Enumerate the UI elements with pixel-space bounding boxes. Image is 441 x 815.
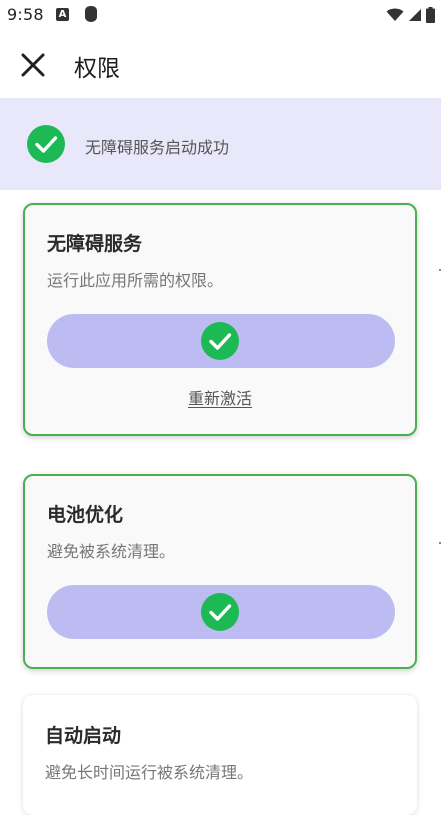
banner-message: 无障碍服务启动成功 (85, 138, 230, 157)
check-circle-icon (201, 593, 239, 631)
close-icon[interactable] (16, 48, 50, 82)
success-banner: 无障碍服务启动成功 (0, 98, 441, 190)
page-title: 权限 (74, 56, 120, 82)
auto-start-card: 自动启动 避免长时间运行被系统清理。 (23, 695, 417, 815)
card-title: 无障碍服务 (47, 233, 143, 255)
battery-icon (426, 7, 435, 23)
signal-icon (409, 9, 421, 21)
card-description: 运行此应用所需的权限。 (47, 271, 224, 290)
status-right-icons (386, 6, 435, 24)
card-title: 电池优化 (47, 504, 124, 526)
reactivate-row: 重新激活 (25, 385, 415, 409)
accessibility-granted-button[interactable] (47, 314, 395, 368)
reactivate-link[interactable]: 重新激活 (188, 389, 252, 408)
card-title: 自动启动 (45, 725, 122, 747)
notification-a-icon: A (56, 8, 69, 21)
status-time: 9:58 (7, 5, 44, 24)
status-bar: 9:58 A (0, 0, 441, 30)
card-description: 避免被系统清理。 (47, 542, 176, 561)
card-description: 避免长时间运行被系统清理。 (45, 763, 254, 782)
shield-notification-icon (85, 6, 97, 22)
check-circle-icon (201, 322, 239, 360)
wifi-icon (386, 8, 404, 21)
accessibility-card: 无障碍服务 运行此应用所需的权限。 重新激活 (23, 203, 417, 436)
check-circle-icon (27, 125, 65, 163)
battery-optimization-card: 电池优化 避免被系统清理。 (23, 474, 417, 669)
app-bar: 权限 (0, 30, 441, 98)
battery-granted-button[interactable] (47, 585, 395, 639)
